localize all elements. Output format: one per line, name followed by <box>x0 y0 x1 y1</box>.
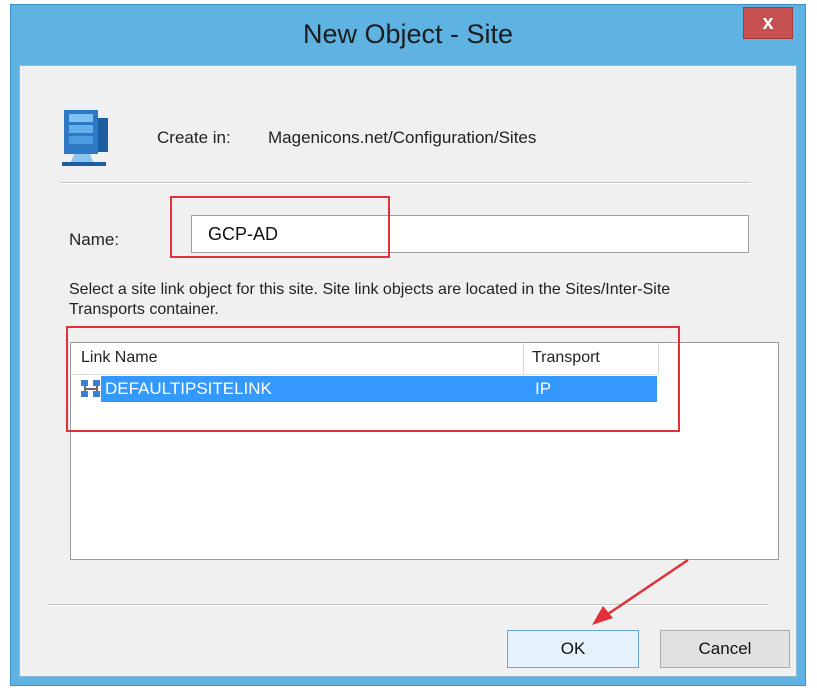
site-object-icon <box>60 104 116 173</box>
instruction-text: Select a site link object for this site.… <box>69 281 671 318</box>
close-button[interactable]: x <box>743 7 793 39</box>
create-in-label: Create in: <box>157 128 231 147</box>
dialog-title: New Object - Site <box>302 19 514 49</box>
ok-button[interactable]: OK <box>507 630 639 668</box>
close-icon: x <box>762 11 774 34</box>
name-highlight-box <box>170 196 390 258</box>
create-in-path: Magenicons.net/Configuration/Sites <box>268 128 537 147</box>
title-bar[interactable]: New Object - Site x <box>11 5 805 65</box>
separator <box>60 182 751 184</box>
name-label: Name: <box>69 230 120 249</box>
cancel-button[interactable]: Cancel <box>660 630 790 668</box>
separator <box>48 604 768 606</box>
site-link-highlight-box <box>66 326 680 432</box>
